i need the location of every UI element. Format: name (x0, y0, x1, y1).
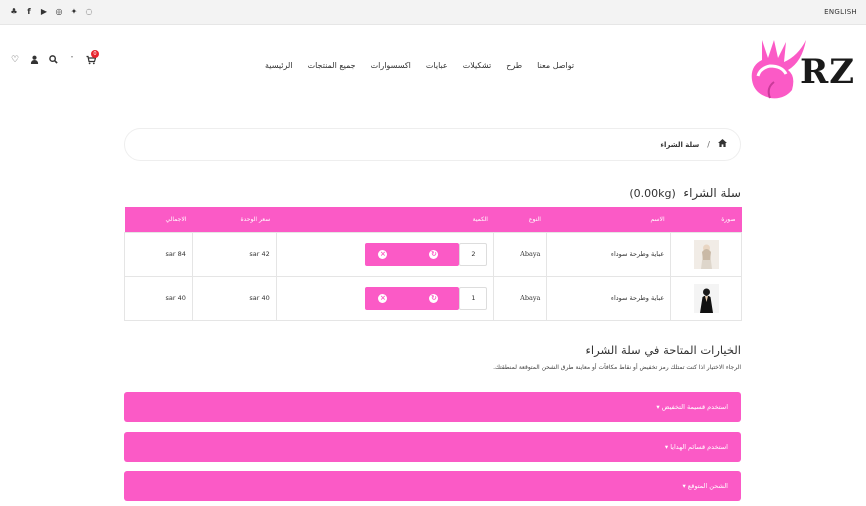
facebook-icon[interactable]: f (25, 7, 33, 16)
cart-table: صورة الاسم النوع الكمية سعر الوحدة الاجم… (124, 207, 742, 321)
logo-text: RZ (800, 52, 856, 92)
twitter-icon[interactable]: ✦ (70, 7, 78, 16)
search-icon[interactable] (48, 55, 58, 65)
product-name[interactable]: عباية وطرحة سوداء (546, 231, 672, 277)
options-description: الرجاء الاختيار اذا كنت تمتلك رمز تخفيض … (493, 364, 741, 371)
row-total: 40 sar (124, 275, 193, 321)
remove-icon[interactable]: × (378, 249, 388, 259)
gift-voucher-panel[interactable]: استخدم قسائم الهدايا ▾ (124, 432, 741, 462)
coupon-panel-label: استخدم قسيمة التخفيض ▾ (656, 403, 728, 411)
product-type: Abaya (493, 231, 548, 277)
user-icon[interactable] (29, 55, 39, 65)
snapchat-icon[interactable]: ♣ (10, 7, 18, 16)
col-header-image: صورة (670, 207, 742, 232)
refresh-icon[interactable]: ↻ (429, 293, 439, 303)
product-thumbnail[interactable] (693, 239, 719, 269)
cart-title-text: سلة الشراء (683, 186, 741, 200)
nav-item-home[interactable]: الرئيسية (265, 61, 293, 70)
nav-item-collections[interactable]: تشكيلات (463, 61, 492, 70)
table-header-row: صورة الاسم النوع الكمية سعر الوحدة الاجم… (124, 207, 742, 232)
col-header-total: الاجمالي (124, 207, 193, 232)
gift-voucher-panel-label: استخدم قسائم الهدايا ▾ (664, 443, 728, 451)
instagram-icon[interactable]: ◎ (55, 7, 63, 16)
breadcrumb-separator: / (707, 140, 710, 149)
home-icon[interactable] (718, 139, 727, 150)
nav-item-all-products[interactable]: جميع المنتجات (308, 61, 356, 70)
unit-price: 40 sar (191, 275, 277, 321)
quantity-cell: 2 ↻ × (275, 231, 495, 277)
nav-item-abayas[interactable]: عبايات (426, 61, 448, 70)
col-header-name: الاسم (546, 207, 671, 232)
chevron-down-icon[interactable]: ˅ (67, 55, 77, 65)
table-row: عباية وطرحة سوداء Abaya 2 ↻ × 42 sar 84 … (124, 231, 742, 277)
coupon-panel[interactable]: استخدم قسيمة التخفيض ▾ (124, 392, 741, 422)
main-nav: الرئيسية جميع المنتجات اكسسوارات عبايات … (265, 61, 574, 70)
shipping-estimate-panel-label: الشحن المتوقع ▾ (682, 482, 728, 490)
top-bar: ♣ f ▶ ◎ ✦ ◌ ENGLISH (0, 0, 866, 25)
product-image-cell (670, 275, 742, 321)
social-links: ♣ f ▶ ◎ ✦ ◌ (10, 7, 93, 16)
cart-weight: (0.00kg) (629, 187, 676, 200)
product-thumbnail[interactable] (693, 283, 719, 313)
quantity-input[interactable]: 1 (459, 286, 488, 310)
quantity-actions: ↻ × (365, 286, 460, 310)
options-title: الخيارات المتاحة في سلة الشراء (585, 343, 742, 357)
nav-item-accessories[interactable]: اكسسوارات (371, 61, 411, 70)
col-header-unit-price: سعر الوحدة (192, 207, 277, 232)
whatsapp-icon[interactable]: ◌ (85, 7, 93, 16)
quantity-cell: 1 ↻ × (275, 275, 495, 321)
language-link[interactable]: ENGLISH (824, 8, 857, 16)
quantity-actions: ↻ × (365, 242, 460, 266)
product-type: Abaya (493, 275, 548, 321)
header-icons: ♡ ˅ 0 (10, 50, 99, 65)
product-name[interactable]: عباية وطرحة سوداء (546, 275, 672, 321)
quantity-input[interactable]: 2 (459, 242, 488, 266)
nav-item-scarves[interactable]: طرح (506, 61, 522, 70)
youtube-icon[interactable]: ▶ (40, 7, 48, 16)
cart-count-badge: 0 (91, 50, 99, 58)
refresh-icon[interactable]: ↻ (429, 249, 439, 259)
product-image-cell (670, 231, 742, 277)
breadcrumb-current[interactable]: سلة الشراء (660, 141, 699, 149)
col-header-type: النوع (493, 207, 547, 232)
wishlist-heart-icon[interactable]: ♡ (10, 55, 20, 65)
shipping-estimate-panel[interactable]: الشحن المتوقع ▾ (124, 471, 741, 501)
breadcrumb: / سلة الشراء (124, 128, 741, 161)
nav-item-contact[interactable]: تواصل معنا (537, 61, 574, 70)
unit-price: 42 sar (191, 231, 277, 277)
page-title: سلة الشراء (0.00kg) (629, 186, 741, 200)
remove-icon[interactable]: × (378, 293, 388, 303)
cart-icon[interactable]: 0 (86, 50, 99, 65)
row-total: 84 sar (124, 231, 193, 277)
col-header-quantity: الكمية (276, 207, 494, 232)
table-row: عباية وطرحة سوداء Abaya 1 ↻ × 40 sar 40 … (124, 275, 742, 321)
